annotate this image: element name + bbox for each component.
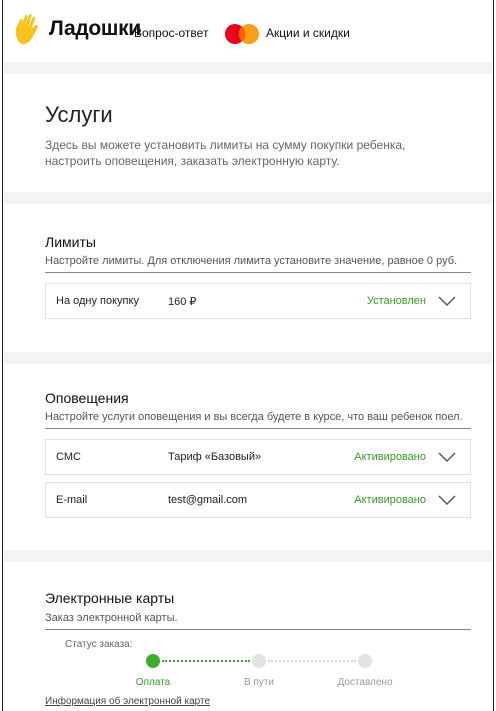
notification-row-email[interactable]: E-mail test@gmail.com Активировано [45, 482, 471, 518]
limit-value: 160 ₽ [168, 296, 197, 308]
limit-status: Установлен [366, 295, 426, 307]
page-frame: Ладошки Вопрос-ответ Акции и скидки Услу… [2, 0, 494, 711]
step-label-transit: В пути [243, 677, 275, 688]
services-section: Услуги Здесь вы можете установить лимиты… [3, 74, 493, 192]
page-title: Услуги [45, 102, 113, 127]
step-connector [268, 660, 356, 662]
ecard-info-link[interactable]: Информация об электронной карте [45, 696, 210, 707]
ecards-title: Электронные карты [45, 590, 175, 606]
ecards-divider [45, 629, 471, 630]
limits-title: Лимиты [45, 234, 96, 250]
order-status-label: Статус заказа: [65, 639, 133, 650]
notification-status: Активировано [354, 451, 426, 463]
nav-link-faq[interactable]: Вопрос-ответ [134, 26, 208, 40]
header: Ладошки Вопрос-ответ Акции и скидки [3, 0, 493, 62]
chevron-down-icon[interactable] [438, 294, 456, 308]
notifications-subtitle: Настройте услуги оповещения и вы всегда … [45, 411, 463, 423]
limits-divider [45, 272, 471, 273]
nav-link-promo[interactable]: Акции и скидки [266, 26, 350, 40]
hand-logo-icon[interactable] [13, 12, 43, 48]
brand-name[interactable]: Ладошки [49, 17, 141, 41]
limit-row-per-purchase[interactable]: На одну покупку 160 ₽ Установлен [45, 283, 471, 319]
notification-status: Активировано [354, 494, 426, 506]
step-connector [162, 660, 250, 662]
notification-name: E-mail [56, 494, 88, 506]
notification-name: СМС [56, 451, 81, 463]
services-description: Здесь вы можете установить лимиты на сум… [45, 138, 406, 168]
ecards-section: Электронные карты Заказ электронной карт… [3, 562, 493, 711]
step-dot-payment [146, 654, 160, 668]
step-dot-delivered [358, 654, 372, 668]
limits-section: Лимиты Настройте лимиты. Для отключения … [3, 204, 493, 352]
limits-subtitle: Настройте лимиты. Для отключения лимита … [45, 255, 458, 267]
chevron-down-icon[interactable] [438, 493, 456, 507]
chevron-down-icon[interactable] [438, 450, 456, 464]
limit-name: На одну покупку [56, 295, 139, 307]
notification-value: test@gmail.com [168, 494, 248, 506]
step-dot-transit [252, 654, 266, 668]
notifications-section: Оповещения Настройте услуги оповещения и… [3, 364, 493, 550]
mastercard-logo-icon [225, 24, 259, 44]
notifications-divider [45, 428, 471, 429]
notification-row-sms[interactable]: СМС Тариф «Базовый» Активировано [45, 439, 471, 475]
step-label-payment: Оплата [135, 677, 171, 688]
step-label-delivered: Доставлено [337, 677, 393, 688]
ecards-subtitle: Заказ электронной карты. [45, 612, 178, 624]
notifications-title: Оповещения [45, 390, 129, 406]
notification-value: Тариф «Базовый» [168, 451, 262, 463]
